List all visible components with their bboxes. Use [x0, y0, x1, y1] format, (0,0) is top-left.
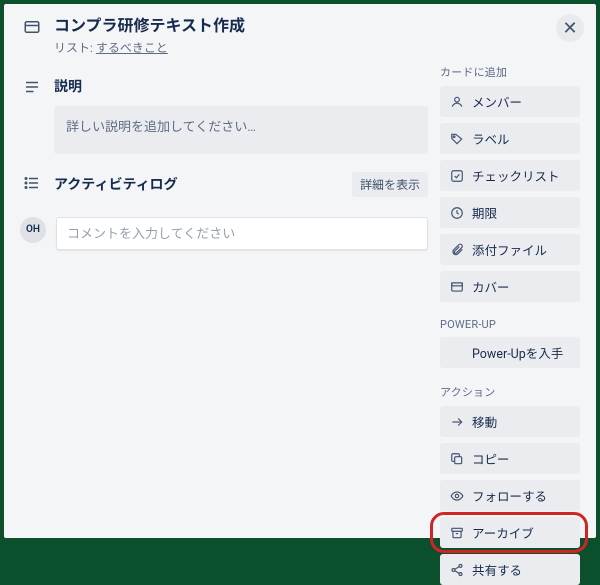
actions-heading: アクション [440, 384, 580, 400]
sidebar-item-label: 移動 [472, 412, 570, 431]
close-button[interactable]: ✕ [556, 14, 584, 42]
add-to-card-group: カードに追加 メンバーラベルチェックリスト期限添付ファイルカバー [440, 64, 580, 302]
activity-heading: アクティビティログ [54, 174, 178, 194]
sidebar-item-label: カバー [472, 277, 570, 296]
paperclip-icon [450, 243, 464, 257]
powerup-group: POWER-UP Power-Upを入手 [440, 318, 580, 368]
list-link[interactable]: するべきこと [96, 41, 168, 55]
clock-icon [450, 206, 464, 220]
copy-icon [450, 452, 464, 466]
sidebar-item-label: チェックリスト [472, 166, 570, 185]
add-to-card-button[interactable]: カバー [440, 271, 580, 302]
sidebar-item-label: アーカイブ [472, 523, 570, 542]
show-details-button[interactable]: 詳細を表示 [352, 172, 428, 197]
add-to-card-button[interactable]: 添付ファイル [440, 234, 580, 265]
add-to-card-button[interactable]: ラベル [440, 123, 580, 154]
comment-input[interactable] [56, 217, 428, 250]
sidebar-item-label: Power-Upを入手 [472, 343, 570, 362]
sidebar-item-label: 共有する [472, 560, 570, 579]
user-icon [450, 95, 464, 109]
action-button[interactable]: コピー [440, 443, 580, 474]
actions-group: アクション 移動コピーフォローするアーカイブ共有する [440, 384, 580, 585]
powerup-button[interactable]: Power-Upを入手 [440, 337, 580, 368]
add-to-card-heading: カードに追加 [440, 64, 580, 80]
card-title[interactable]: コンプラ研修テキスト作成 [54, 16, 392, 37]
action-button[interactable]: 移動 [440, 406, 580, 437]
sidebar-item-label: 添付ファイル [472, 240, 570, 259]
arrow-right-icon [450, 415, 464, 429]
tag-icon [450, 132, 464, 146]
close-icon: ✕ [562, 18, 577, 39]
list-prefix: リスト: [54, 41, 96, 55]
sidebar-item-label: ラベル [472, 129, 570, 148]
card-icon [20, 16, 44, 40]
list-line: リスト: するべきこと [54, 39, 392, 56]
share-icon [450, 563, 464, 577]
archive-icon [450, 526, 464, 540]
sidebar-item-label: 期限 [472, 203, 570, 222]
cover-icon [450, 280, 464, 294]
description-input[interactable]: 詳しい説明を追加してください… [54, 106, 428, 154]
action-button[interactable]: 共有する [440, 554, 580, 585]
powerup-heading: POWER-UP [440, 318, 580, 331]
description-icon [20, 76, 44, 154]
eye-icon [450, 489, 464, 503]
action-button[interactable]: フォローする [440, 480, 580, 511]
add-to-card-button[interactable]: チェックリスト [440, 160, 580, 191]
checklist-icon [450, 169, 464, 183]
add-to-card-button[interactable]: 期限 [440, 197, 580, 228]
sidebar-item-label: フォローする [472, 486, 570, 505]
action-button[interactable]: アーカイブ [440, 517, 580, 548]
user-avatar[interactable]: OH [20, 217, 46, 243]
card-modal: ✕ コンプラ研修テキスト作成 リスト: するべきこと 説明 詳しい説明を追 [4, 4, 596, 538]
description-heading: 説明 [54, 76, 82, 96]
sidebar-item-label: メンバー [472, 92, 570, 111]
sidebar-item-label: コピー [472, 449, 570, 468]
activity-icon [20, 172, 44, 207]
add-to-card-button[interactable]: メンバー [440, 86, 580, 117]
